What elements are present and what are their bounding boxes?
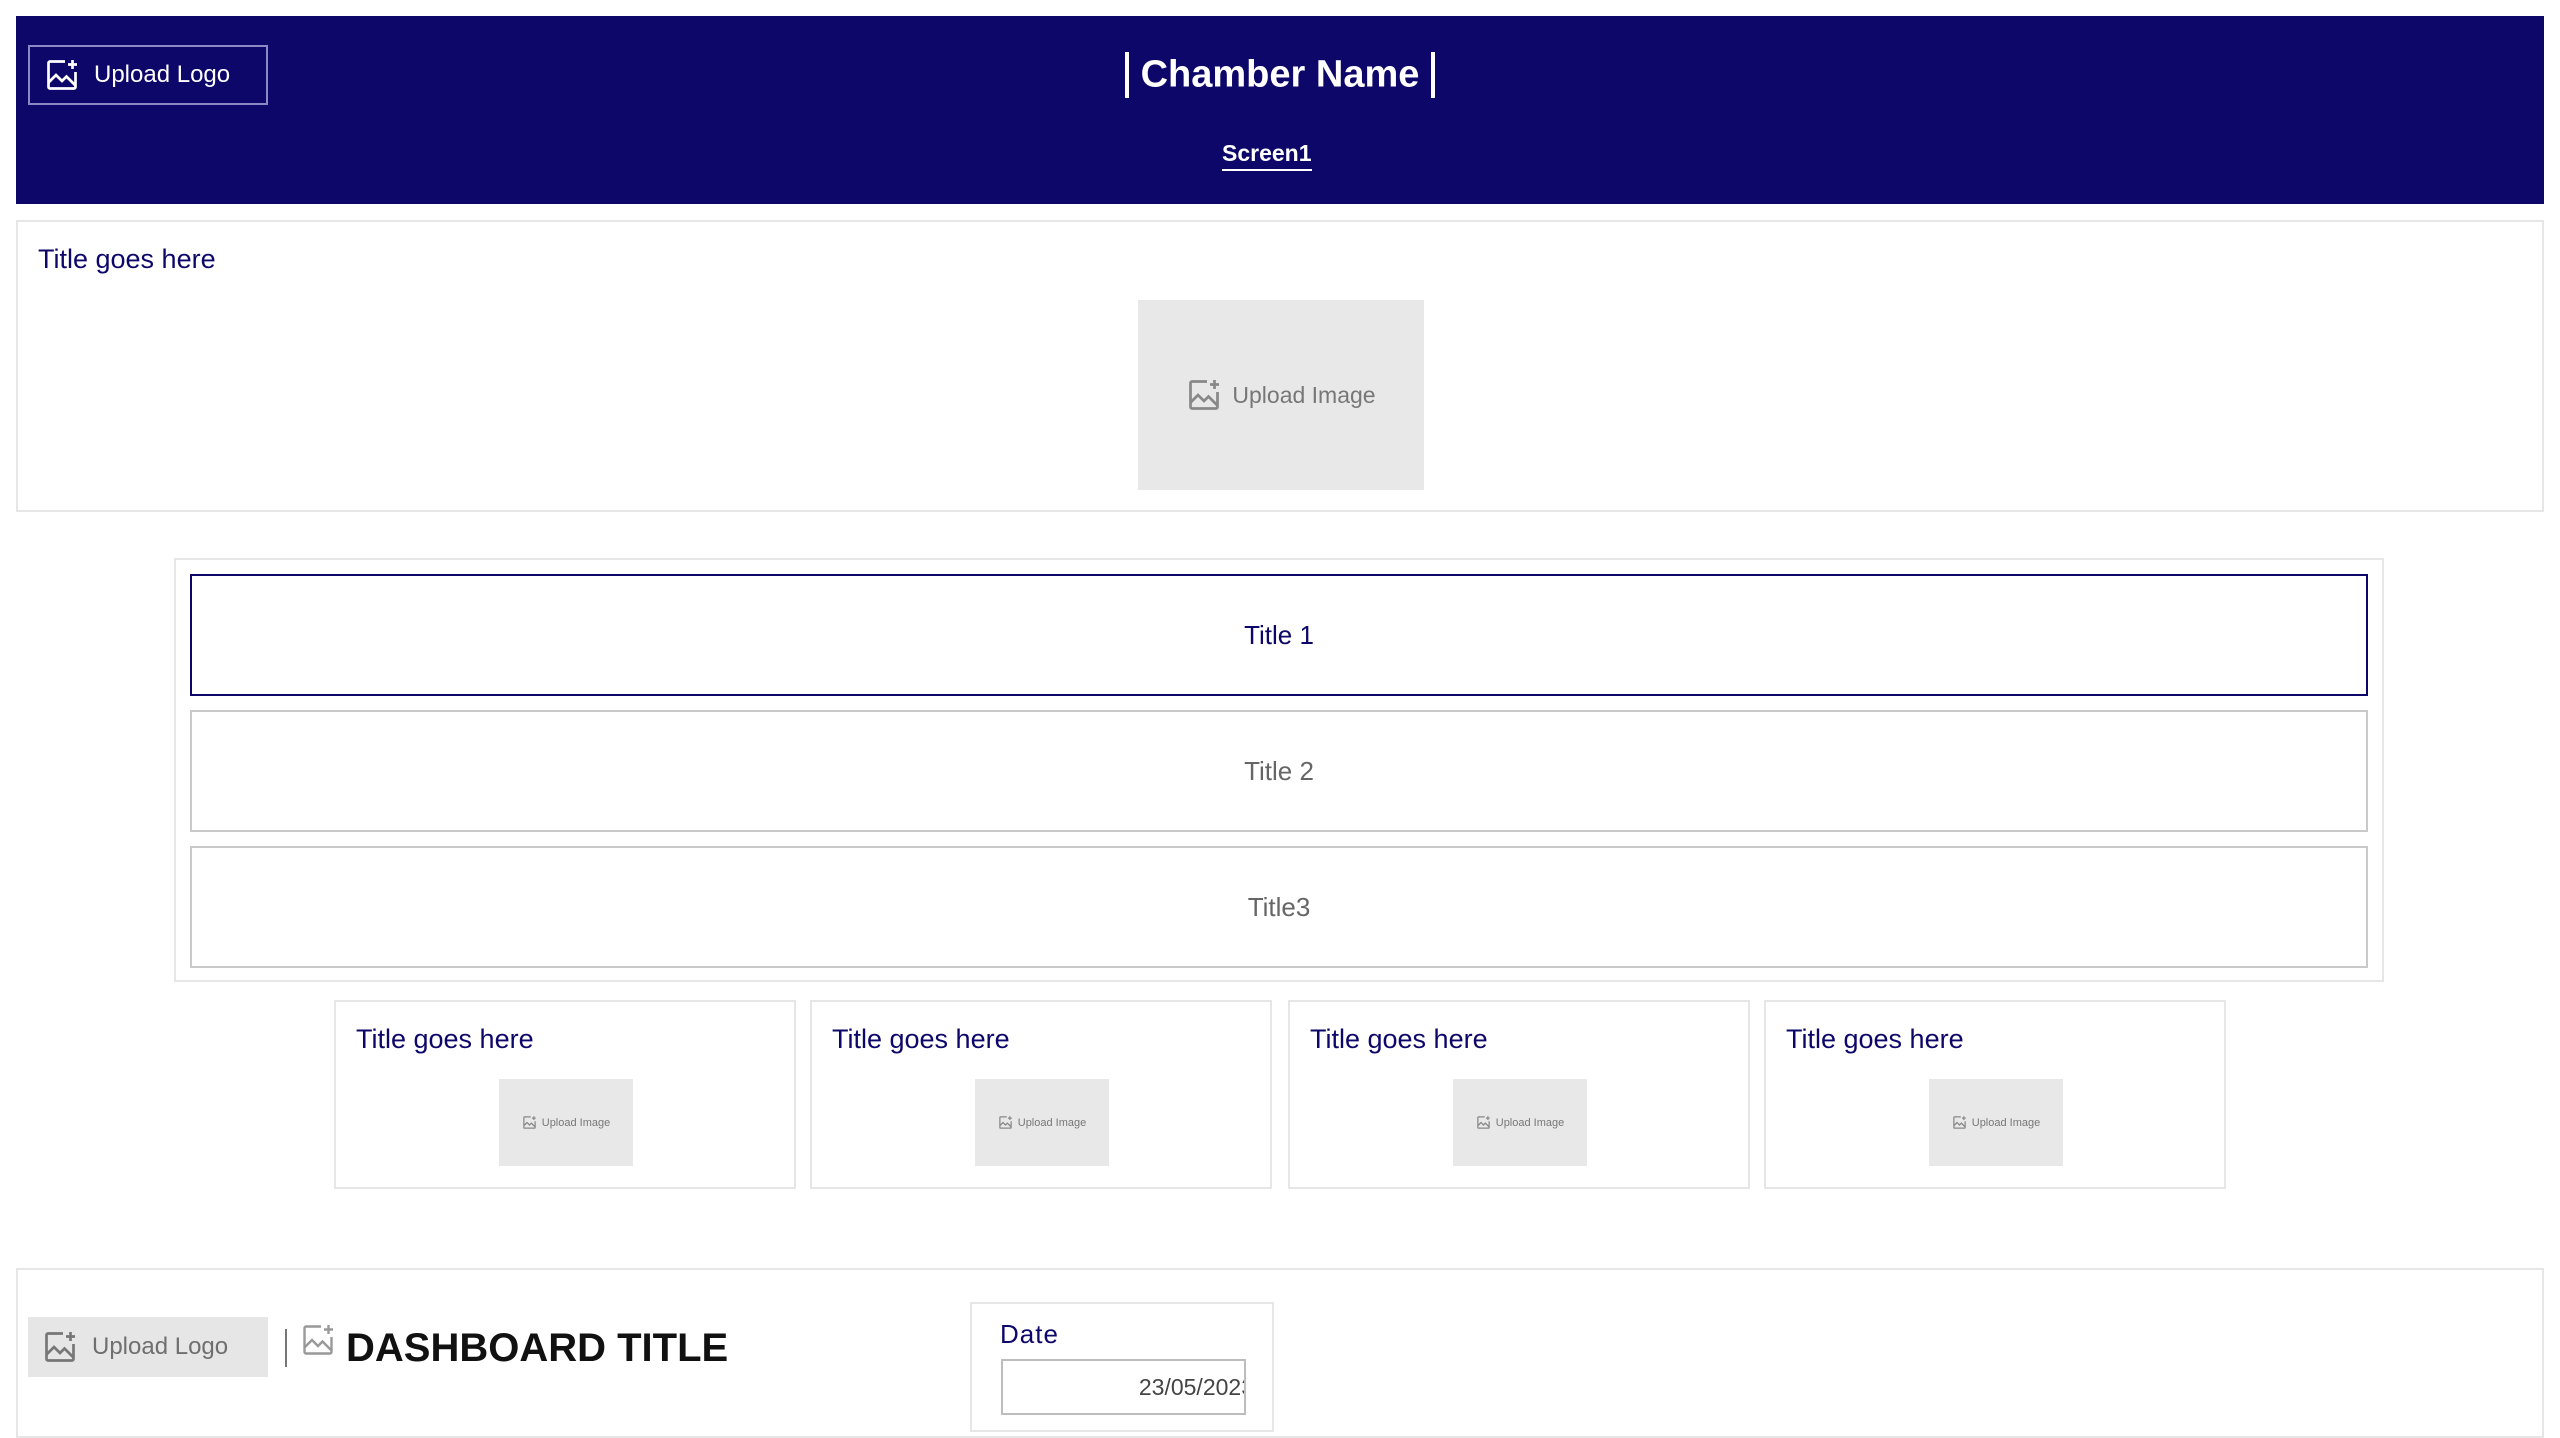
upload-image-placeholder[interactable]: Upload Image <box>1453 1079 1587 1166</box>
title-divider-right <box>1431 52 1436 98</box>
tab-screen1[interactable]: Screen1 <box>1222 140 1312 171</box>
date-input[interactable]: 23/05/2023 <box>1001 1359 1246 1415</box>
dashboard-title: DASHBOARD TITLE <box>346 1326 729 1370</box>
upload-image-placeholder[interactable]: Upload Image <box>1929 1079 2063 1166</box>
add-image-icon <box>1953 1116 1966 1129</box>
date-label: Date <box>1000 1319 1059 1349</box>
title-divider-left <box>1124 52 1129 98</box>
card-title: Title goes here <box>1786 1024 1964 1054</box>
accordion-item-title-2[interactable]: Title 2 <box>190 710 2368 832</box>
upload-image-placeholder[interactable]: Upload Image <box>975 1079 1109 1166</box>
card: Title goes here Upload Image <box>810 1000 1272 1189</box>
card-title: Title goes here <box>1310 1024 1488 1054</box>
add-image-icon <box>523 1116 536 1129</box>
accordion-item-title-3[interactable]: Title3 <box>190 846 2368 968</box>
upload-image-label: Upload Image <box>1017 1116 1087 1129</box>
upload-image-placeholder[interactable]: Upload Image <box>1138 300 1424 490</box>
date-filter-panel: Date 23/05/2023 <box>970 1302 1274 1432</box>
upload-logo-label: Upload Logo <box>92 1333 229 1360</box>
upload-image-label: Upload Image <box>1971 1116 2041 1129</box>
accordion-item-title-1[interactable]: Title 1 <box>190 574 2368 696</box>
add-image-icon <box>999 1116 1012 1129</box>
card-title: Title goes here <box>356 1024 534 1054</box>
app-header: Upload Logo Chamber Name Screen1 <box>16 16 2544 204</box>
add-image-icon[interactable] <box>300 1322 336 1358</box>
chamber-name-title: Chamber Name <box>16 52 2544 98</box>
card-title: Title goes here <box>832 1024 1010 1054</box>
upload-image-label: Upload Image <box>1232 381 1376 408</box>
hero-title: Title goes here <box>38 244 216 274</box>
chamber-name-text: Chamber Name <box>1140 53 1420 96</box>
date-value: 23/05/2023 <box>1138 1373 1246 1400</box>
upload-image-placeholder[interactable]: Upload Image <box>499 1079 633 1166</box>
upload-image-label: Upload Image <box>541 1116 611 1129</box>
upload-image-label: Upload Image <box>1495 1116 1565 1129</box>
hero-panel: Title goes here Upload Image <box>16 220 2544 512</box>
card: Title goes here Upload Image <box>1288 1000 1750 1189</box>
card: Title goes here Upload Image <box>1764 1000 2226 1189</box>
add-image-icon <box>45 1332 75 1362</box>
dashboard-upload-logo-button[interactable]: Upload Logo <box>28 1317 268 1377</box>
add-image-icon <box>1477 1116 1490 1129</box>
card: Title goes here Upload Image <box>334 1000 796 1189</box>
add-image-icon <box>1189 380 1220 410</box>
title-divider <box>285 1329 287 1367</box>
